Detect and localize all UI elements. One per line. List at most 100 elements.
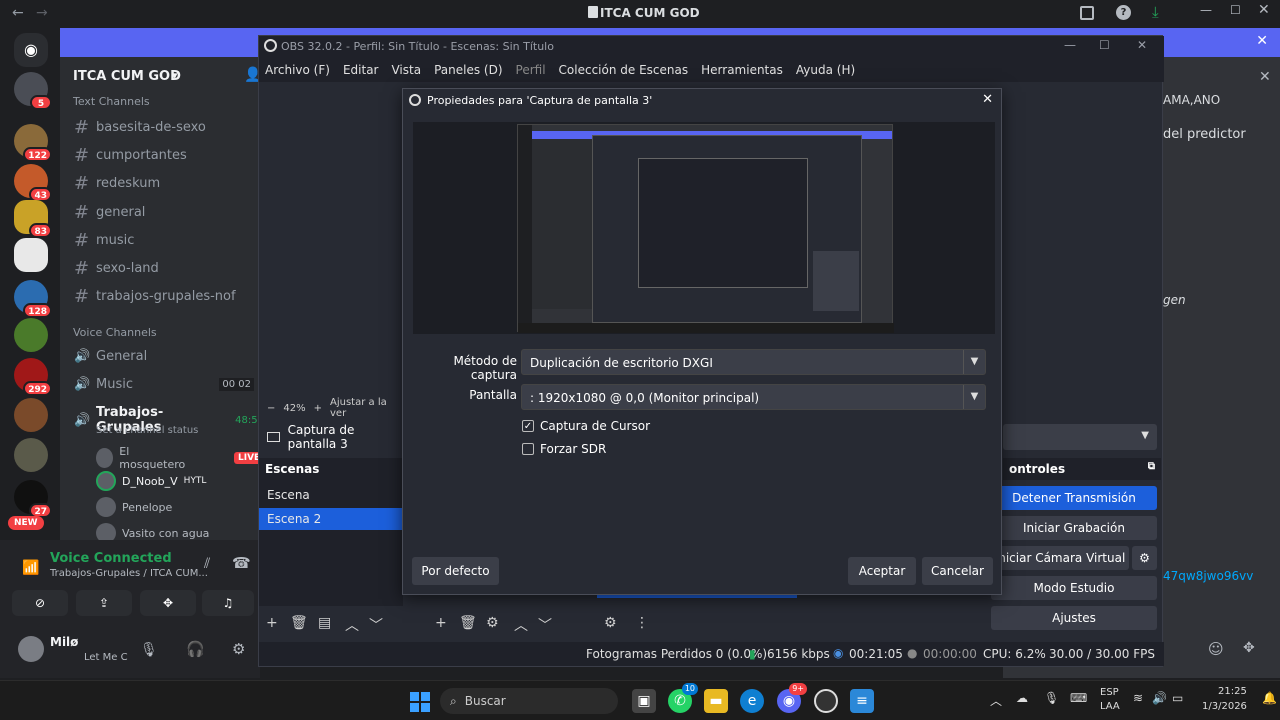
battery-icon[interactable]: ▭ [1172, 691, 1183, 705]
task-view-icon[interactable]: ▣ [632, 689, 656, 713]
channel-item[interactable]: # sexo-land [74, 258, 159, 279]
edge-icon[interactable]: e [740, 689, 764, 713]
channel-item[interactable]: # trabajos-grupales-nof [74, 286, 236, 307]
avatar[interactable] [18, 636, 44, 662]
user-name[interactable]: Milø [50, 635, 78, 649]
wifi-icon[interactable]: ≋ [1133, 691, 1143, 705]
fit-label[interactable]: Ajustar a la ver [330, 397, 403, 419]
scene-item[interactable]: Escena [259, 484, 403, 506]
headphones-icon[interactable]: 🎧 [186, 640, 205, 658]
virtual-camera-button[interactable]: Iniciar Cámara Virtual [991, 546, 1129, 570]
inbox-icon[interactable] [1080, 6, 1094, 20]
language[interactable]: ESP [1100, 687, 1119, 698]
notepad-icon[interactable]: ≡ [850, 689, 874, 713]
channel-item[interactable]: # basesita-de-sexo [74, 117, 206, 138]
gear-icon[interactable]: ⚙ [604, 615, 617, 631]
back-arrow-icon[interactable]: ← [12, 5, 24, 21]
forward-arrow-icon[interactable]: → [36, 5, 48, 21]
settings-icon[interactable]: ⚙ [232, 640, 245, 658]
start-button[interactable] [407, 689, 431, 713]
voice-channel-item[interactable]: 🔊 General [74, 349, 147, 364]
microphone-icon[interactable]: 🎙 [140, 642, 158, 658]
server-icon[interactable] [14, 318, 48, 352]
server-icon[interactable] [14, 238, 48, 272]
server-icon[interactable] [14, 398, 48, 432]
undock-icon[interactable]: ⧉ [1148, 461, 1155, 472]
server-icon[interactable]: 122 [14, 124, 52, 162]
gear-icon[interactable]: ⚙ [486, 615, 499, 631]
voice-channel-item[interactable]: 🔊 Music 00 02 [74, 377, 254, 392]
download-icon[interactable]: ⤓ [1152, 3, 1159, 21]
server-icon[interactable] [14, 438, 48, 472]
volume-icon[interactable]: 🔊 [1152, 691, 1167, 705]
stop-stream-button[interactable]: Detener Transmisión [991, 486, 1157, 510]
move-down-icon[interactable]: ﹀ [369, 615, 383, 635]
capture-method-select[interactable]: Duplicación de escritorio DXGI ▼ [521, 349, 986, 375]
trash-icon[interactable]: 🗑 [290, 615, 308, 631]
soundboard-button[interactable]: ♫ [202, 590, 254, 616]
chevron-down-icon[interactable]: ▾ [172, 69, 178, 82]
share-screen-button[interactable]: ⇪ [76, 590, 132, 616]
close-icon[interactable]: ✕ [982, 92, 993, 107]
start-recording-button[interactable]: Iniciar Grabación [991, 516, 1157, 540]
channel-status[interactable]: Set a channel status [96, 425, 198, 436]
chevron-up-icon[interactable]: ︿ [990, 692, 1002, 709]
menu-archivo[interactable]: Archivo (F) [265, 63, 330, 77]
scene-item-selected[interactable]: Escena 2 [259, 508, 403, 530]
menu-perfil[interactable]: Perfil [516, 63, 546, 77]
voice-user[interactable]: El mosquetero LIVE [96, 445, 260, 471]
cancel-button[interactable]: Cancelar [922, 557, 993, 585]
minimize-icon[interactable]: — [1064, 38, 1076, 52]
clock-time[interactable]: 21:25 [1218, 686, 1247, 697]
search-box[interactable]: ⌕ Buscar [440, 688, 618, 714]
category-text-channels[interactable]: Text Channels [73, 95, 150, 108]
category-voice-channels[interactable]: Voice Channels [73, 326, 157, 339]
chat-link[interactable]: 47qw8jwo96vv [1163, 569, 1253, 583]
server-icon[interactable]: 27 [14, 480, 52, 518]
help-icon[interactable]: ? [1116, 5, 1131, 20]
camera-off-button[interactable]: ⊘ [12, 590, 68, 616]
keyboard-icon[interactable]: ⌨ [1070, 691, 1087, 705]
close-icon[interactable]: ✕ [1259, 69, 1271, 85]
channel-item[interactable]: # music [74, 230, 134, 251]
voice-connected-label[interactable]: Voice Connected [50, 551, 172, 566]
capture-cursor-checkbox[interactable]: ✓ Captura de Cursor [522, 419, 650, 433]
whatsapp-icon[interactable]: ✆ 10 [668, 683, 698, 713]
maximize-icon[interactable]: ☐ [1230, 3, 1241, 17]
menu-ayuda[interactable]: Ayuda (H) [796, 63, 855, 77]
voice-user[interactable]: D_Noob_V HYTL [96, 471, 206, 491]
channel-item[interactable]: # cumportantes [74, 145, 187, 166]
cloud-icon[interactable]: ☁ [1016, 691, 1028, 705]
activities-button[interactable]: ✥ [140, 590, 196, 616]
close-icon[interactable]: ✕ [1258, 2, 1270, 18]
add-source-icon[interactable]: + [435, 615, 447, 631]
trash-icon[interactable]: 🗑 [459, 615, 477, 631]
obs-icon[interactable] [814, 689, 838, 713]
close-icon[interactable]: ✕ [1256, 33, 1268, 49]
zoom-out-icon[interactable]: − [267, 403, 275, 414]
menu-coleccion[interactable]: Colección de Escenas [559, 63, 689, 77]
menu-herramientas[interactable]: Herramientas [701, 63, 783, 77]
move-down-icon[interactable]: ﹀ [538, 615, 552, 635]
menu-editar[interactable]: Editar [343, 63, 379, 77]
microphone-icon[interactable]: 🎙 [1044, 691, 1059, 705]
studio-mode-button[interactable]: Modo Estudio [991, 576, 1157, 600]
settings-button[interactable]: Ajustes [991, 606, 1157, 630]
server-icon[interactable]: 83 [14, 200, 52, 238]
discord-icon[interactable]: ◉ 9+ [777, 683, 807, 713]
server-icon[interactable]: 5 [14, 72, 52, 110]
apps-icon[interactable]: ✥ [1243, 640, 1255, 656]
menu-paneles[interactable]: Paneles (D) [434, 63, 502, 77]
defaults-button[interactable]: Por defecto [412, 557, 499, 585]
add-icon[interactable]: + [266, 615, 278, 631]
close-icon[interactable]: ✕ [1137, 38, 1147, 52]
channel-item[interactable]: # redeskum [74, 173, 160, 194]
folder-icon[interactable]: ▬ [704, 689, 728, 713]
server-icon[interactable]: 128 [14, 280, 52, 318]
server-name[interactable]: ITCA CUM GOD [73, 69, 181, 84]
menu-vista[interactable]: Vista [391, 63, 421, 77]
force-sdr-checkbox[interactable]: Forzar SDR [522, 442, 606, 456]
discord-home-icon[interactable]: ◉ [14, 33, 48, 67]
zoom-in-icon[interactable]: + [314, 403, 322, 414]
move-up-icon[interactable]: ︿ [345, 615, 359, 635]
